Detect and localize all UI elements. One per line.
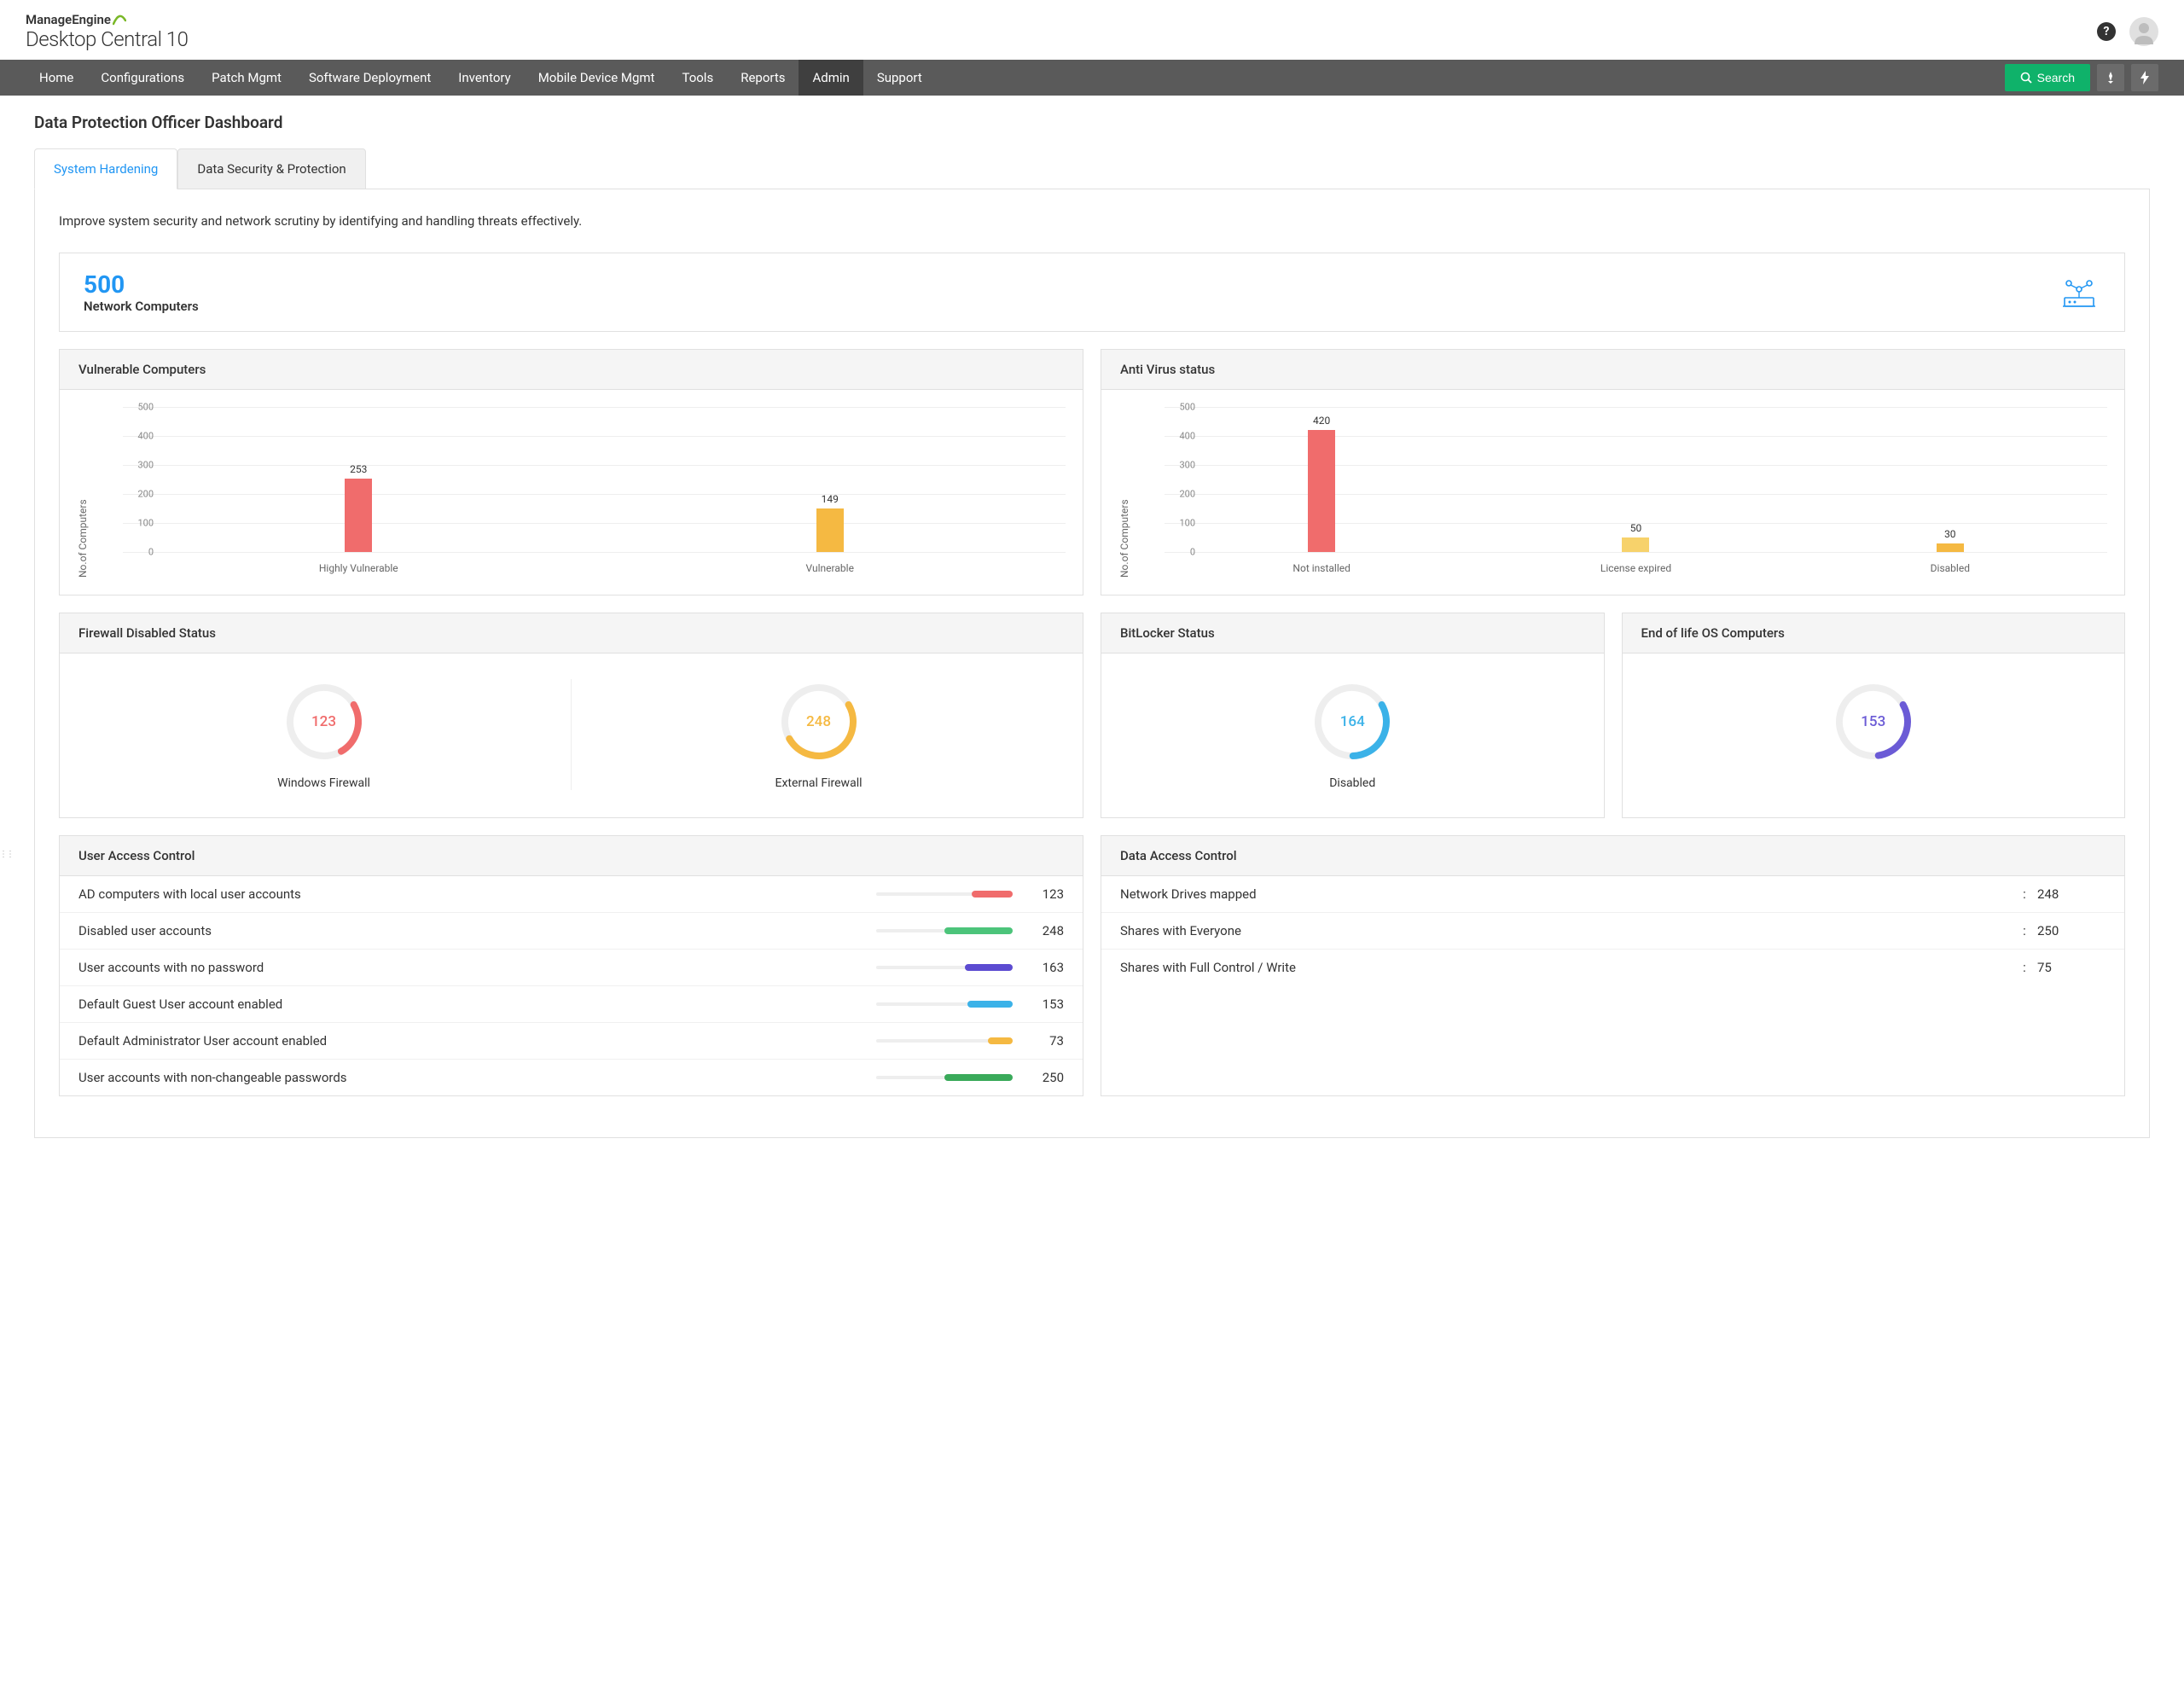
- donut-windows-firewall[interactable]: 123 Windows Firewall: [77, 679, 572, 790]
- content-panel: Improve system security and network scru…: [34, 189, 2150, 1138]
- user-access-row[interactable]: User accounts with non-changeable passwo…: [60, 1060, 1083, 1095]
- user-access-row[interactable]: Default Guest User account enabled 153: [60, 986, 1083, 1023]
- nav-item-tools[interactable]: Tools: [668, 60, 727, 96]
- nav-item-mobile-device-mgmt[interactable]: Mobile Device Mgmt: [525, 60, 669, 96]
- nav-item-reports[interactable]: Reports: [727, 60, 799, 96]
- user-access-card: User Access Control AD computers with lo…: [59, 835, 1083, 1096]
- data-access-row[interactable]: Shares with Everyone:250: [1101, 913, 2124, 950]
- data-access-card: Data Access Control Network Drives mappe…: [1101, 835, 2125, 1096]
- user-access-row[interactable]: Disabled user accounts 248: [60, 913, 1083, 950]
- firewall-card: Firewall Disabled Status 123 Windows Fir…: [59, 613, 1083, 818]
- user-access-row[interactable]: User accounts with no password 163: [60, 950, 1083, 986]
- nav-item-home[interactable]: Home: [26, 60, 87, 96]
- bar-highly-vulnerable[interactable]: 253: [123, 463, 595, 552]
- nav-item-patch-mgmt[interactable]: Patch Mgmt: [198, 60, 295, 96]
- intro-text: Improve system security and network scru…: [35, 213, 2149, 253]
- data-access-row[interactable]: Network Drives mapped:248: [1101, 876, 2124, 913]
- donut-external-firewall[interactable]: 248 External Firewall: [572, 679, 1066, 790]
- user-access-row[interactable]: AD computers with local user accounts 12…: [60, 876, 1083, 913]
- data-access-title: Data Access Control: [1101, 836, 2124, 876]
- help-icon[interactable]: ?: [2097, 22, 2116, 41]
- nav-item-support[interactable]: Support: [863, 60, 936, 96]
- search-icon: [2020, 72, 2032, 84]
- app-header: ManageEngine Desktop Central 10 ?: [0, 0, 2184, 60]
- donut-disabled[interactable]: 164 Disabled: [1118, 679, 1587, 790]
- network-count: 500: [84, 270, 199, 299]
- vulnerable-chart-title: Vulnerable Computers: [60, 350, 1083, 390]
- sidebar-expand-handle[interactable]: ⋮⋮: [0, 837, 12, 871]
- bitlocker-card: BitLocker Status 164 Disabled: [1101, 613, 1605, 818]
- nav-item-admin[interactable]: Admin: [799, 60, 863, 96]
- product-name: Desktop Central 10: [26, 27, 188, 51]
- bitlocker-title: BitLocker Status: [1101, 613, 1604, 654]
- page-title: Data Protection Officer Dashboard: [34, 113, 2150, 132]
- network-label: Network Computers: [84, 299, 199, 314]
- brand-logo: ManageEngine Desktop Central 10: [26, 12, 188, 51]
- antivirus-chart-title: Anti Virus status: [1101, 350, 2124, 390]
- tabs: System HardeningData Security & Protecti…: [34, 148, 2150, 189]
- bar-license-expired[interactable]: 50: [1478, 522, 1792, 552]
- eol-card: End of life OS Computers 153: [1622, 613, 2126, 818]
- firewall-title: Firewall Disabled Status: [60, 613, 1083, 654]
- bar-vulnerable[interactable]: 149: [595, 493, 1066, 552]
- bar-not-installed[interactable]: 420: [1165, 415, 1478, 552]
- brand-name: ManageEngine: [26, 12, 111, 27]
- network-icon: [2058, 276, 2100, 310]
- nav-item-inventory[interactable]: Inventory: [444, 60, 524, 96]
- notification-button[interactable]: [2097, 64, 2124, 91]
- donut-item[interactable]: 153: [1640, 679, 2108, 792]
- user-avatar[interactable]: [2129, 17, 2158, 46]
- eol-title: End of life OS Computers: [1623, 613, 2125, 654]
- network-summary-card: 500 Network Computers: [59, 253, 2125, 332]
- user-access-row[interactable]: Default Administrator User account enabl…: [60, 1023, 1083, 1060]
- bolt-icon: [2139, 71, 2151, 84]
- tab-data-security-protection[interactable]: Data Security & Protection: [177, 148, 365, 189]
- antivirus-chart-card: Anti Virus status No.of Computers 010020…: [1101, 349, 2125, 595]
- search-label: Search: [2037, 71, 2075, 84]
- vulnerable-chart-card: Vulnerable Computers No.of Computers 010…: [59, 349, 1083, 595]
- brand-swoosh-icon: [113, 14, 126, 26]
- user-access-title: User Access Control: [60, 836, 1083, 876]
- main-navbar: HomeConfigurationsPatch MgmtSoftware Dep…: [0, 60, 2184, 96]
- nav-item-configurations[interactable]: Configurations: [87, 60, 198, 96]
- search-button[interactable]: Search: [2005, 64, 2090, 91]
- data-access-row[interactable]: Shares with Full Control / Write:75: [1101, 950, 2124, 985]
- rocket-icon: [2104, 71, 2117, 84]
- nav-items: HomeConfigurationsPatch MgmtSoftware Dep…: [26, 60, 2005, 96]
- nav-item-software-deployment[interactable]: Software Deployment: [295, 60, 444, 96]
- tab-system-hardening[interactable]: System Hardening: [34, 148, 177, 189]
- quick-action-button[interactable]: [2131, 64, 2158, 91]
- bar-disabled[interactable]: 30: [1793, 528, 2107, 552]
